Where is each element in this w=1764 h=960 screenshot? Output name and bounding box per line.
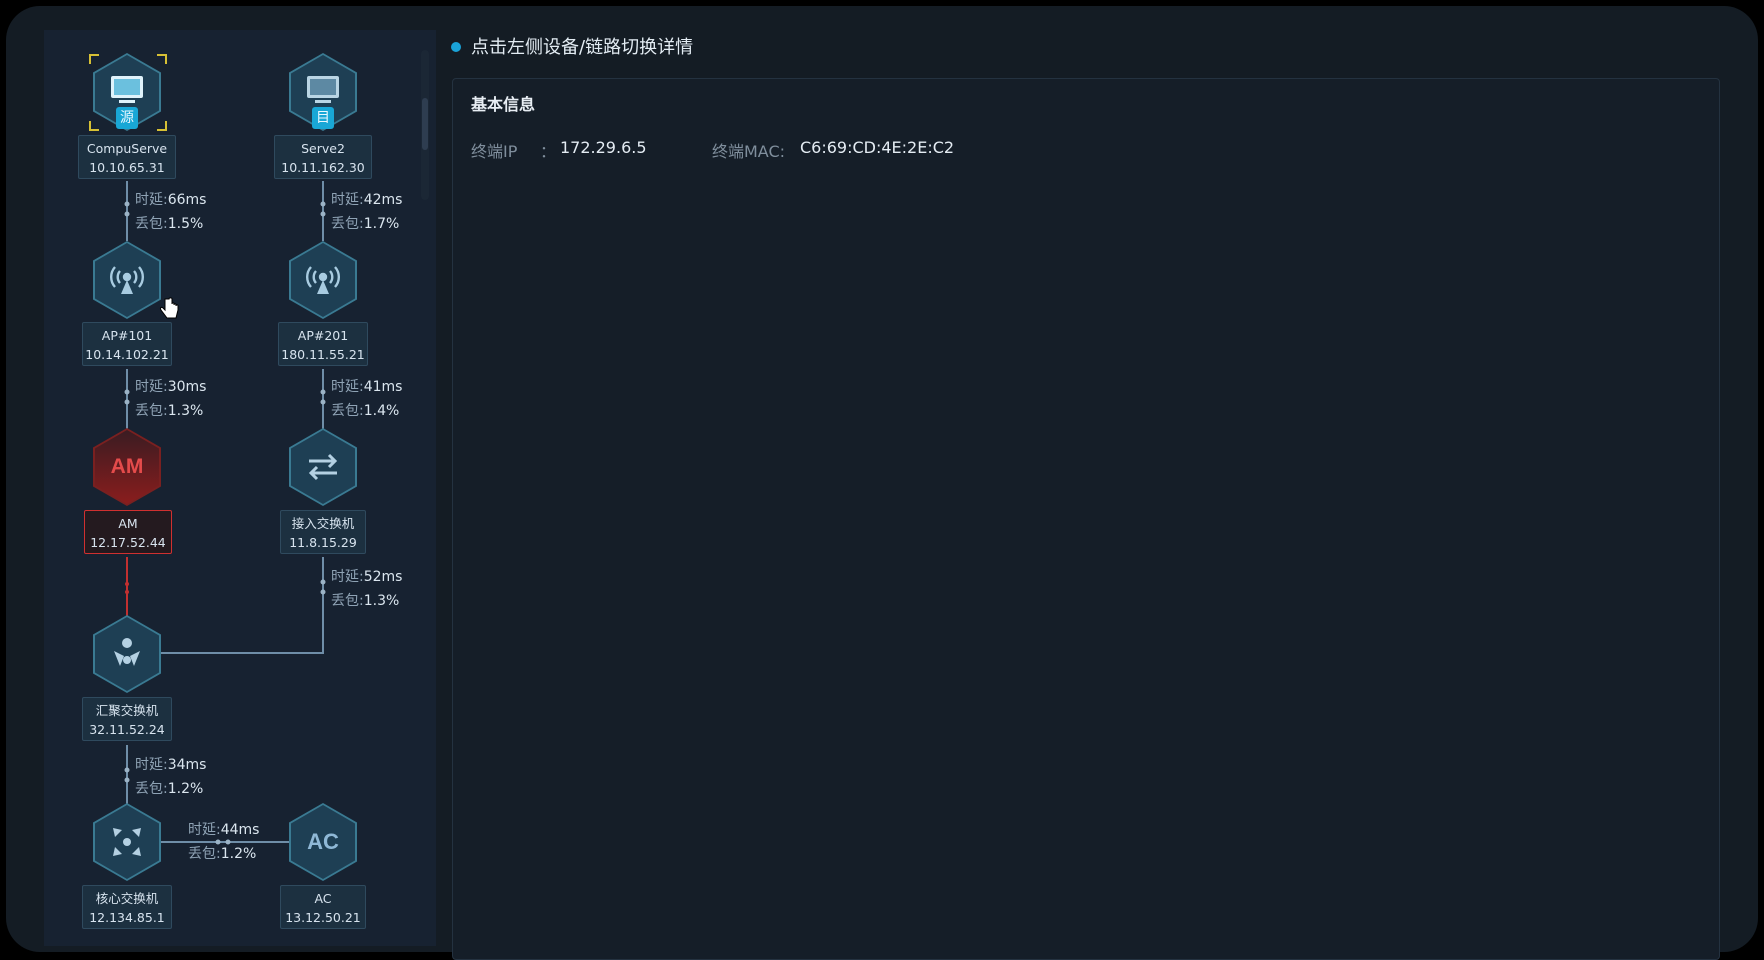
section-title: 基本信息 [471,95,536,114]
link-access-agg [161,557,324,654]
delay-value: 44ms [220,822,260,838]
node-ip: 180.11.55.21 [281,347,365,362]
delay-value: 41ms [363,379,403,395]
loss-value: 1.5% [167,216,204,232]
delay-value: 42ms [363,192,403,208]
node-ip: 10.10.65.31 [89,160,165,175]
node-name: 汇聚交换机 [95,703,159,718]
node-ip: 12.17.52.44 [90,535,166,550]
delay-value: 52ms [363,569,403,585]
hand-cursor-icon [159,297,179,319]
node-ip: 13.12.50.21 [285,910,361,925]
link-metrics[interactable]: 时延:42ms 丢包:1.7% [331,188,402,236]
loss-label: 丢包: [331,593,364,609]
detail-panel [452,78,1720,960]
ac-icon-text: AC [307,829,339,854]
loss-label: 丢包: [135,781,168,797]
node-label-ap201[interactable]: AP#201 180.11.55.21 [278,322,368,366]
link-metrics[interactable]: 时延:41ms 丢包:1.4% [331,375,402,423]
delay-value: 66ms [167,192,207,208]
node-ip: 10.14.102.21 [85,347,169,362]
node-name: AP#101 [101,328,153,343]
loss-value: 1.2% [220,846,257,862]
ip-label: 终端IP [471,142,518,161]
node-ip: 10.11.162.30 [281,160,365,175]
delay-label: 时延: [331,379,364,395]
node-label-am[interactable]: AM 12.17.52.44 [84,510,172,554]
delay-label: 时延: [331,192,364,208]
node-ip: 12.134.85.1 [89,910,165,925]
link-metrics[interactable]: 时延:52ms 丢包:1.3% [331,565,402,613]
delay-value: 34ms [167,757,207,773]
delay-value: 30ms [167,379,207,395]
aggregation-switch-icon [95,617,159,691]
mac-value: C6:69:CD:4E:2E:C2 [800,138,955,157]
delay-label: 时延: [135,757,168,773]
switch-arrows-icon [291,430,355,504]
node-name: AC [314,891,332,906]
node-label-ac[interactable]: AC 13.12.50.21 [280,885,366,929]
loss-label: 丢包: [331,403,364,419]
ip-value: 172.29.6.5 [560,138,647,157]
mac-label: 终端MAC: [712,142,786,161]
loss-value: 1.3% [363,593,400,609]
loss-value: 1.2% [167,781,204,797]
delay-label: 时延: [135,192,168,208]
title-bullet [451,42,461,52]
delay-label: 时延: [135,379,168,395]
selection-corner [157,54,167,64]
loss-label: 丢包: [135,216,168,232]
node-label-aggregation-switch[interactable]: 汇聚交换机 32.11.52.24 [82,697,172,741]
node-label-ap101[interactable]: AP#101 10.14.102.21 [82,322,172,366]
loss-value: 1.3% [167,403,204,419]
panel-title: 点击左侧设备/链路切换详情 [471,37,694,58]
core-switch-icon [95,805,159,879]
wireless-ap-icon [95,243,159,317]
node-name: 接入交换机 [291,516,355,531]
destination-badge: 目 [312,107,334,129]
node-name: 核心交换机 [95,891,159,906]
selection-corner [89,54,99,64]
node-label-core-switch[interactable]: 核心交换机 12.134.85.1 [82,885,172,929]
selection-corner [89,121,99,131]
delay-label: 时延: [188,822,221,838]
loss-label: 丢包: [331,216,364,232]
node-name: CompuServe [86,141,168,156]
selection-corner [157,121,167,131]
am-icon: AM [95,430,159,504]
node-label-source[interactable]: CompuServe 10.10.65.31 [78,135,176,179]
source-badge: 源 [116,107,138,129]
am-icon-text: AM [110,455,144,478]
node-label-access-switch[interactable]: 接入交换机 11.8.15.29 [280,510,366,554]
loss-value: 1.4% [363,403,400,419]
link-metrics[interactable]: 时延:44ms 丢包:1.2% [188,818,259,866]
ip-separator: ： [540,142,557,161]
loss-value: 1.7% [363,216,400,232]
node-ip: 32.11.52.24 [89,722,165,737]
node-label-destination[interactable]: Serve2 10.11.162.30 [274,135,372,179]
node-name: AP#201 [297,328,349,343]
ac-icon: AC [291,805,355,879]
loss-label: 丢包: [135,403,168,419]
node-name: Serve2 [301,141,345,156]
link-metrics[interactable]: 时延:34ms 丢包:1.2% [135,753,206,801]
node-name: AM [118,516,138,531]
delay-label: 时延: [331,569,364,585]
wireless-ap-icon [291,243,355,317]
link-metrics[interactable]: 时延:30ms 丢包:1.3% [135,375,206,423]
node-ip: 11.8.15.29 [289,535,357,550]
loss-label: 丢包: [188,846,221,862]
link-metrics[interactable]: 时延:66ms 丢包:1.5% [135,188,206,236]
